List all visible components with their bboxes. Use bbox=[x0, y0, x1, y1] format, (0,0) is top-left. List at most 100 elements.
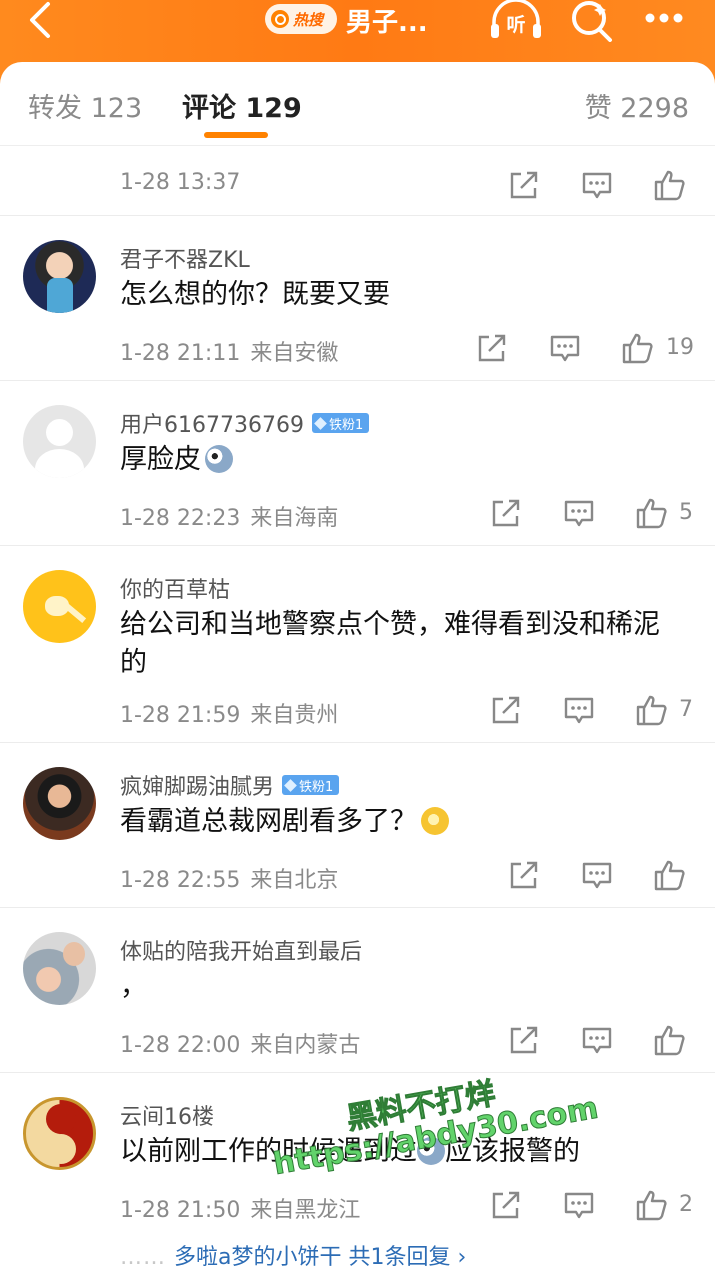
avatar[interactable] bbox=[23, 1097, 96, 1170]
comment-meta: 1-28 22:55 来自北京 bbox=[120, 862, 338, 894]
emoji-icon bbox=[417, 1137, 445, 1165]
view-replies-link[interactable]: …… 多啦a梦的小饼干 共1条回复 › bbox=[120, 1239, 466, 1271]
comment-meta: 1-28 13:37 bbox=[120, 170, 240, 195]
repost-button[interactable] bbox=[507, 858, 541, 892]
back-button[interactable] bbox=[18, 0, 62, 40]
like-button[interactable] bbox=[653, 168, 687, 202]
listen-label: 听 bbox=[506, 13, 525, 36]
comment-text: ， bbox=[120, 971, 147, 1002]
repost-button[interactable] bbox=[489, 693, 523, 727]
comment-time: 1-28 21:11 bbox=[120, 341, 241, 366]
comment-button[interactable] bbox=[562, 496, 596, 530]
like-button[interactable] bbox=[635, 496, 669, 530]
share-icon bbox=[510, 861, 538, 889]
comment-username[interactable]: 云间16楼 bbox=[120, 1099, 214, 1131]
topic-title[interactable]: 男子... bbox=[346, 2, 428, 39]
thumbs-up-icon bbox=[636, 1190, 667, 1221]
repost-button[interactable] bbox=[507, 168, 541, 202]
username-text: 你的百草枯 bbox=[120, 578, 231, 603]
listen-button[interactable]: 听 bbox=[488, 0, 544, 40]
comment-meta: 1-28 22:00 来自内蒙古 bbox=[120, 1027, 360, 1059]
comment-button[interactable] bbox=[562, 1188, 596, 1222]
tab-repost[interactable]: 转发 123 bbox=[28, 86, 142, 125]
emoji-icon bbox=[421, 807, 449, 835]
tab-indicator bbox=[204, 132, 268, 138]
like-button[interactable] bbox=[635, 1188, 669, 1222]
avatar[interactable] bbox=[23, 570, 96, 643]
comment-button[interactable] bbox=[580, 1023, 614, 1057]
search-button[interactable] bbox=[568, 0, 616, 42]
comment-item: 疯婶脚踢油腻男 铁粉1 看霸道总裁网剧看多了？ 1-28 22:55 来自北京 bbox=[0, 743, 715, 908]
username-text: 体贴的陪我开始直到最后 bbox=[120, 940, 363, 965]
comment-button[interactable] bbox=[580, 168, 614, 202]
comment-button[interactable] bbox=[548, 331, 582, 365]
comment-button[interactable] bbox=[580, 858, 614, 892]
comment-username[interactable]: 你的百草枯 bbox=[120, 572, 230, 604]
like-count: 7 bbox=[679, 697, 693, 722]
emoji-icon bbox=[205, 445, 233, 473]
comment-icon bbox=[564, 697, 594, 724]
comment-username[interactable]: 君子不器ZKL bbox=[120, 242, 250, 274]
avatar[interactable] bbox=[23, 767, 96, 840]
comment-item: 体贴的陪我开始直到最后 ， 1-28 22:00 来自内蒙古 bbox=[0, 908, 715, 1073]
repost-button[interactable] bbox=[489, 496, 523, 530]
chevron-left-icon bbox=[30, 2, 50, 38]
like-button[interactable] bbox=[621, 331, 655, 365]
comment-meta: 1-28 21:50 来自黑龙江 bbox=[120, 1192, 360, 1224]
share-icon bbox=[510, 171, 538, 199]
like-count: 19 bbox=[666, 335, 694, 360]
diamond-icon bbox=[314, 416, 327, 430]
comment-text: 怎么想的你？既要又要 bbox=[120, 279, 390, 310]
thumbs-up-icon bbox=[636, 695, 667, 726]
comment-time: 1-28 13:37 bbox=[120, 170, 241, 195]
comment-text-content: 厚脸皮 bbox=[120, 444, 201, 475]
share-icon bbox=[492, 696, 520, 724]
search-icon bbox=[572, 1, 612, 42]
thumbs-up-icon bbox=[654, 860, 685, 891]
comment-item: 你的百草枯 给公司和当地警察点个赞，难得看到没和稀泥的 1-28 21:59 来自… bbox=[0, 546, 715, 743]
search-icon bbox=[271, 10, 289, 28]
more-button[interactable] bbox=[636, 0, 696, 40]
more-dots-icon bbox=[645, 13, 683, 23]
like-count: 5 bbox=[679, 500, 693, 525]
username-text: 疯婶脚踢油腻男 bbox=[120, 775, 275, 800]
comment-text: 看霸道总裁网剧看多了？ bbox=[120, 803, 680, 841]
fan-badge-label: 铁粉1 bbox=[328, 417, 364, 433]
repost-button[interactable] bbox=[475, 331, 509, 365]
comment-list: 1-28 13:37 君子不器ZKL 怎么想的你？既要又要 1-28 21:11… bbox=[0, 146, 715, 1273]
username-text: 君子不器ZKL bbox=[120, 248, 250, 273]
diamond-icon bbox=[284, 778, 297, 792]
comment-text: 厚脸皮 bbox=[120, 441, 680, 479]
like-count: 2 bbox=[679, 1192, 693, 1217]
comment-meta: 1-28 21:11 来自安徽 bbox=[120, 335, 338, 367]
comment-username[interactable]: 用户6167736769 铁粉1 bbox=[120, 407, 370, 439]
avatar[interactable] bbox=[23, 240, 96, 313]
thumbs-up-icon bbox=[636, 498, 667, 529]
hot-search-pill[interactable]: 热搜 bbox=[265, 4, 337, 34]
avatar[interactable] bbox=[23, 405, 96, 478]
repost-button[interactable] bbox=[507, 1023, 541, 1057]
tab-comments[interactable]: 评论 129 bbox=[182, 86, 302, 125]
comment-time: 1-28 22:00 bbox=[120, 1033, 241, 1058]
comment-username[interactable]: 疯婶脚踢油腻男 铁粉1 bbox=[120, 769, 340, 801]
share-icon bbox=[492, 499, 520, 527]
fan-badge: 铁粉1 bbox=[311, 413, 370, 433]
repost-button[interactable] bbox=[489, 1188, 523, 1222]
like-button[interactable] bbox=[653, 858, 687, 892]
comment-text-tail: 应该报警的 bbox=[445, 1136, 580, 1167]
share-icon bbox=[478, 334, 506, 362]
avatar[interactable] bbox=[23, 932, 96, 1005]
comment-meta: 1-28 21:59 来自贵州 bbox=[120, 697, 338, 729]
like-button[interactable] bbox=[635, 693, 669, 727]
comment-meta: 1-28 22:23 来自海南 bbox=[120, 500, 338, 532]
comment-icon bbox=[582, 1027, 612, 1054]
comment-item: 用户6167736769 铁粉1 厚脸皮 1-28 22:23 来自海南 5 bbox=[0, 381, 715, 546]
headphones-icon: 听 bbox=[491, 0, 541, 38]
comment-username[interactable]: 体贴的陪我开始直到最后 bbox=[120, 934, 362, 966]
comment-location: 来自北京 bbox=[250, 868, 339, 893]
comment-button[interactable] bbox=[562, 693, 596, 727]
thumbs-up-icon bbox=[622, 333, 653, 364]
tab-likes[interactable]: 赞 2298 bbox=[585, 86, 689, 125]
fan-badge-label: 铁粉1 bbox=[299, 779, 334, 795]
like-button[interactable] bbox=[653, 1023, 687, 1057]
